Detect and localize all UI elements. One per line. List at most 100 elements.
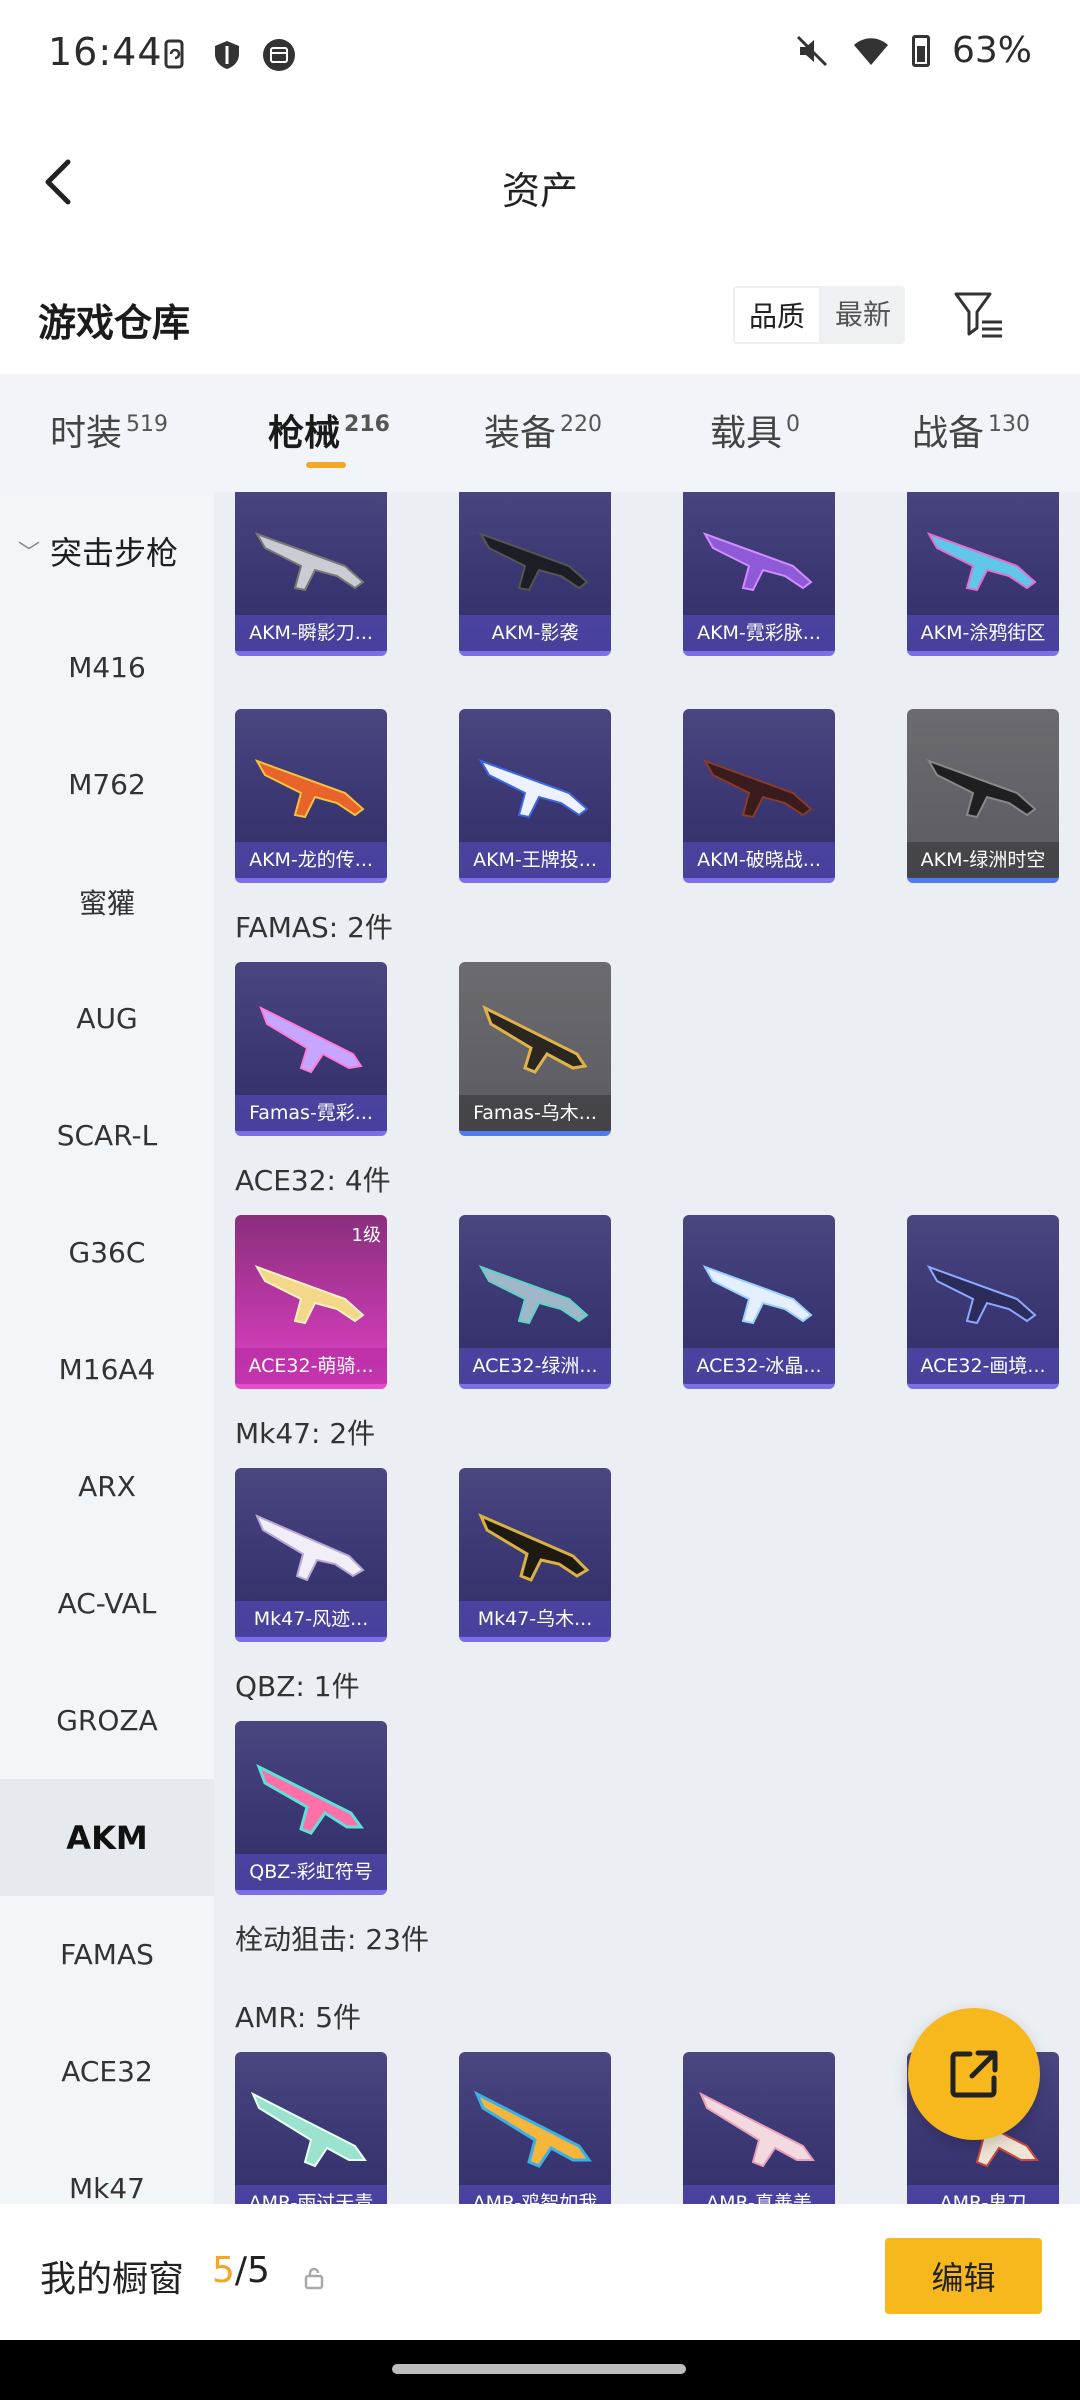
rifle-icon: [254, 1265, 365, 1325]
skin-card[interactable]: AKM-破晓战...: [683, 709, 835, 883]
edit-button[interactable]: 编辑: [885, 2238, 1042, 2314]
skin-name: Famas-霓彩...: [235, 1095, 387, 1131]
group-label-mk47: Mk47: 2件: [235, 1417, 376, 1450]
skin-card[interactable]: AKM-瞬影刀...: [235, 492, 387, 656]
tab-firearms[interactable]: 枪械 216: [268, 404, 390, 456]
skin-card[interactable]: AKM-影袭: [459, 492, 611, 656]
skin-card[interactable]: AMR-雨过天青: [235, 2052, 387, 2204]
status-time: 16:44: [48, 30, 163, 74]
tab-count: 216: [344, 412, 390, 437]
rifle-icon: [254, 759, 365, 819]
warehouse-header: 游戏仓库 品质 最新: [0, 258, 1080, 374]
skin-card[interactable]: AMR-真善美: [683, 2052, 835, 2204]
subnav-item-mk47[interactable]: Mk47: [0, 2130, 214, 2204]
tab-count: 519: [126, 412, 169, 437]
rifle-icon: [482, 1004, 588, 1074]
group-label-qbz: QBZ: 1件: [235, 1670, 360, 1703]
skin-card[interactable]: AKM-龙的传...: [235, 709, 387, 883]
rifle-icon: [926, 759, 1037, 819]
skin-card[interactable]: QBZ-彩虹符号: [235, 1721, 387, 1895]
skin-name: ACE32-画境...: [907, 1348, 1059, 1384]
skin-name: AKM-影袭: [459, 615, 611, 651]
skin-card[interactable]: Mk47-风迹...: [235, 1468, 387, 1642]
skin-name: AMR-真善美: [683, 2185, 835, 2204]
skin-card[interactable]: Famas-乌木...: [459, 962, 611, 1136]
rifle-icon: [926, 1265, 1037, 1325]
skin-card[interactable]: AKM-涂鸦街区: [907, 492, 1059, 656]
group-label-amr: AMR: 5件: [235, 2001, 362, 2034]
status-bar: 16:44 63%: [0, 0, 1080, 112]
skin-card[interactable]: AMR-鸡智如我: [459, 2052, 611, 2204]
skin-card[interactable]: ACE32-冰晶...: [683, 1215, 835, 1389]
skin-card[interactable]: 1级 ACE32-萌骑...: [235, 1215, 387, 1389]
sort-toggle: 品质 最新: [733, 286, 906, 344]
skin-card[interactable]: AKM-王牌投...: [459, 709, 611, 883]
phone-sync-icon: [164, 39, 184, 69]
skin-card[interactable]: AKM-霓彩脉...: [683, 492, 835, 656]
tab-fashion[interactable]: 时装 519: [50, 404, 168, 456]
skin-card[interactable]: Mk47-乌木...: [459, 1468, 611, 1642]
rifle-icon: [478, 1265, 589, 1325]
showcase-count: 5/5: [212, 2250, 270, 2291]
group-label-bolt-sniper: 栓动狙击: 23件: [235, 1923, 429, 1956]
subnav-item-m416[interactable]: M416: [0, 609, 214, 726]
subnav-group-assault-rifles[interactable]: ﹀ 突击步枪: [0, 492, 214, 609]
sort-quality-button[interactable]: 品质: [733, 286, 822, 344]
group-label-famas: FAMAS: 2件: [235, 911, 393, 944]
subnav-item-groza[interactable]: GROZA: [0, 1662, 214, 1779]
lock-icon: [304, 2267, 324, 2290]
subnav-item-m762[interactable]: M762: [0, 726, 214, 843]
subnav-item-aug[interactable]: AUG: [0, 960, 214, 1077]
rifle-icon: [255, 1514, 365, 1582]
filter-icon[interactable]: [952, 288, 1006, 342]
share-fab[interactable]: [908, 2008, 1040, 2140]
shield-icon: [215, 41, 239, 69]
page-title: 资产: [501, 169, 578, 213]
skin-name: AKM-瞬影刀...: [235, 615, 387, 651]
rifle-icon: [926, 532, 1037, 592]
tab-supplies[interactable]: 战备 130: [912, 404, 1030, 456]
subnav-item-ace32[interactable]: ACE32: [0, 2013, 214, 2130]
subnav-item-g36c[interactable]: G36C: [0, 1194, 214, 1311]
skin-name: ACE32-绿洲...: [459, 1348, 611, 1384]
subnav-item-honey-badger[interactable]: 蜜獾: [0, 843, 214, 960]
subnav-item-famas[interactable]: FAMAS: [0, 1896, 214, 2013]
weapon-subnav: ﹀ 突击步枪 M416 M762 蜜獾 AUG SCAR-L G36C M16A4…: [0, 492, 214, 2204]
showcase-label: 我的橱窗: [40, 2259, 185, 2300]
skin-name: ACE32-萌骑...: [235, 1348, 387, 1384]
weapon-grid: AKM-瞬影刀... AKM-影袭 AKM-霓彩脉... AKM-涂鸦街区 AK…: [214, 492, 1080, 2204]
rifle-icon: [473, 2090, 592, 2168]
subnav-item-arx[interactable]: ARX: [0, 1428, 214, 1545]
group-label-ace32: ACE32: 4件: [235, 1164, 391, 1197]
subnav-item-akm[interactable]: AKM: [0, 1779, 214, 1896]
tab-equipment[interactable]: 装备 220: [484, 404, 602, 456]
subnav-item-m16a4[interactable]: M16A4: [0, 1311, 214, 1428]
subnav-item-ac-val[interactable]: AC-VAL: [0, 1545, 214, 1662]
title-bar: 资产: [0, 112, 1080, 258]
tab-vehicles[interactable]: 载具 0: [710, 404, 800, 456]
skin-card[interactable]: Famas-霓彩...: [235, 962, 387, 1136]
skin-card[interactable]: AKM-绿洲时空: [907, 709, 1059, 883]
sort-newest-button[interactable]: 最新: [821, 286, 905, 344]
skin-name: AMR-雨过天青: [235, 2185, 387, 2204]
skin-name: AKM-涂鸦街区: [907, 615, 1059, 651]
skin-name: AKM-霓彩脉...: [683, 615, 835, 651]
showcase-bar: 我的橱窗 5/5 编辑: [0, 2204, 1080, 2340]
status-right: 63%: [794, 30, 1032, 71]
skin-card[interactable]: ACE32-绿洲...: [459, 1215, 611, 1389]
rifle-icon: [478, 532, 589, 592]
skin-name: ACE32-冰晶...: [683, 1348, 835, 1384]
skin-name: AKM-龙的传...: [235, 842, 387, 878]
category-tabs: 时装 519 枪械 216 装备 220 载具 0 战备 130: [0, 374, 1080, 492]
skin-name: AKM-王牌投...: [459, 842, 611, 878]
subnav-item-scar-l[interactable]: SCAR-L: [0, 1077, 214, 1194]
skin-name: AMR-鸡智如我: [459, 2185, 611, 2204]
status-left-icons: [158, 38, 296, 72]
mute-icon: [796, 35, 828, 66]
chevron-down-icon: ﹀: [18, 540, 41, 566]
skin-name: Mk47-乌木...: [459, 1601, 611, 1637]
skin-name: Famas-乌木...: [459, 1095, 611, 1131]
skin-card[interactable]: ACE32-画境...: [907, 1215, 1059, 1389]
home-gesture-pill[interactable]: [392, 2364, 686, 2374]
skin-name: AMR-鬼刀: [907, 2185, 1059, 2204]
